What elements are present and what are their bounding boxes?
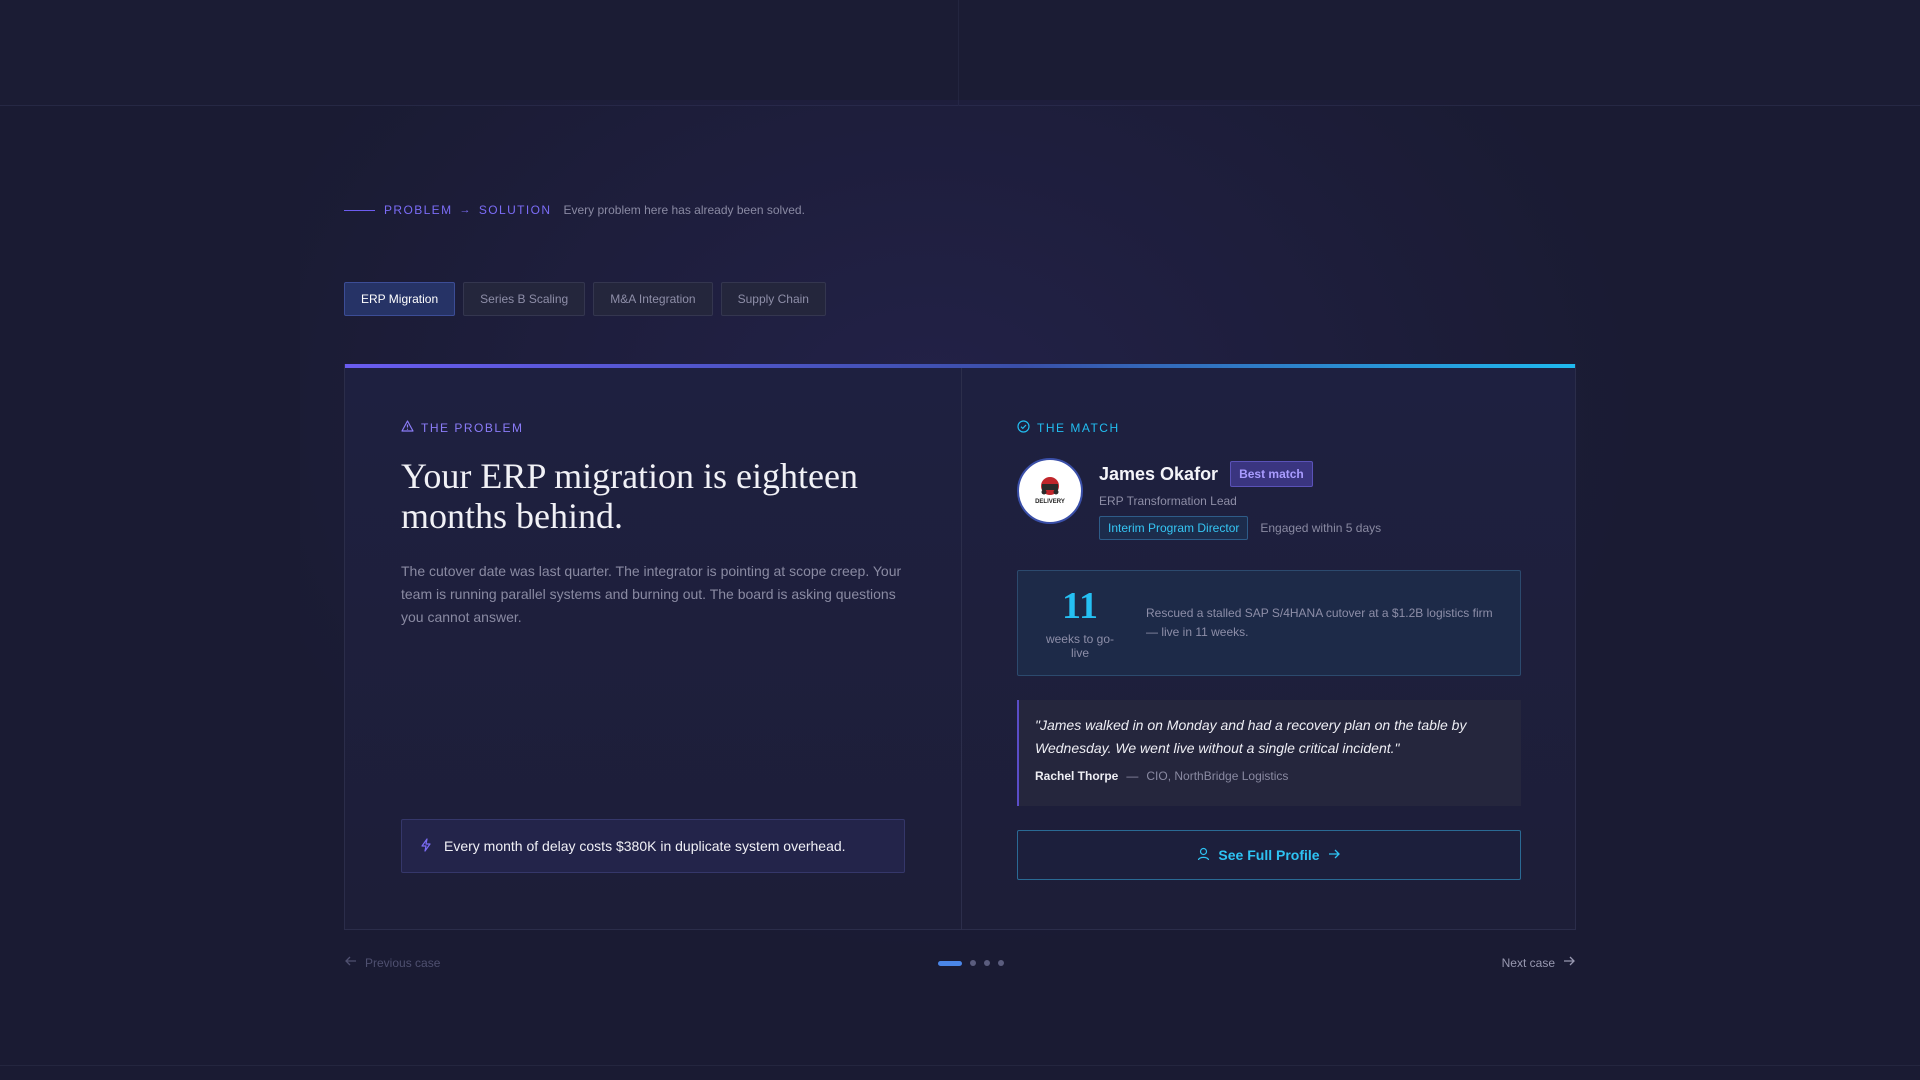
problem-label-text: THE PROBLEM [421, 420, 524, 435]
best-match-badge: Best match [1230, 461, 1313, 487]
previous-case-button[interactable]: Previous case [344, 955, 440, 970]
bottom-divider [0, 1065, 1920, 1066]
attribution-dash: — [1126, 769, 1139, 783]
arrow-left-icon [344, 955, 357, 970]
testimonial: "James walked in on Monday and had a rec… [1017, 700, 1521, 806]
arrow-right-icon: → [459, 204, 472, 216]
eyebrow-solution: SOLUTION [478, 203, 552, 217]
top-band-divider [958, 0, 959, 106]
case-pager: Previous case Next case [344, 952, 1576, 972]
pager-dot-1[interactable] [938, 960, 962, 966]
avatar-logo-text: DELIVERY [1035, 499, 1065, 505]
testimonial-author: Rachel Thorpe [1035, 769, 1119, 783]
problem-panel: THE PROBLEM Your ERP migration is eighte… [401, 420, 905, 629]
next-case-label: Next case [1501, 955, 1555, 970]
pager-dot-3[interactable] [984, 960, 990, 966]
arrow-right-icon [1328, 847, 1341, 863]
avatar: DELIVERY [1017, 458, 1083, 524]
problem-headline: Your ERP migration is eighteen months be… [401, 456, 858, 536]
pager-dots [938, 960, 1004, 966]
next-case-button[interactable]: Next case [1502, 955, 1576, 970]
match-label: THE MATCH [1017, 420, 1521, 436]
stat-box: 11 weeks to go-live Rescued a stalled SA… [1017, 570, 1521, 676]
case-tabs: ERP Migration Series B Scaling M&A Integ… [344, 282, 826, 316]
testimonial-attribution: Rachel Thorpe — CIO, NorthBridge Logisti… [1035, 769, 1505, 783]
stat-description: Rescued a stalled SAP S/4HANA cutover at… [1146, 606, 1493, 639]
pager-dot-2[interactable] [970, 960, 976, 966]
cost-callout: Every month of delay costs $380K in dupl… [401, 819, 905, 873]
testimonial-role: CIO, NorthBridge Logistics [1146, 769, 1289, 783]
eyebrow-problem: PROBLEM [384, 203, 453, 217]
person-name: James Okafor [1099, 463, 1219, 484]
tab-ma-integration[interactable]: M&A Integration [593, 282, 713, 316]
problem-body: The cutover date was last quarter. The i… [401, 563, 902, 625]
match-person: DELIVERY James Okafor Best match ERP Tra… [1017, 458, 1521, 540]
top-band [0, 0, 1920, 106]
cta-label: See Full Profile [1218, 847, 1320, 863]
eyebrow-tagline: Every problem here has already been solv… [563, 203, 805, 217]
role-badge: Interim Program Director [1099, 516, 1249, 540]
stat-number: 11 [1062, 585, 1098, 627]
match-panel: THE MATCH DELIVERY James Okafor Best mat… [1017, 420, 1521, 880]
card-accent-bar [345, 364, 1575, 368]
see-full-profile-button[interactable]: See Full Profile [1017, 830, 1521, 880]
tab-supply-chain[interactable]: Supply Chain [720, 282, 826, 316]
cost-text: Every month of delay costs $380K in dupl… [444, 838, 846, 854]
warning-icon [401, 420, 414, 435]
case-card: THE PROBLEM Your ERP migration is eighte… [344, 364, 1576, 930]
testimonial-quote: "James walked in on Monday and had a rec… [1035, 717, 1467, 756]
check-circle-icon [1017, 420, 1030, 436]
user-icon [1197, 847, 1210, 864]
tab-erp-migration[interactable]: ERP Migration [344, 282, 456, 316]
tab-series-b-scaling[interactable]: Series B Scaling [463, 282, 586, 316]
pager-dot-4[interactable] [998, 960, 1004, 966]
card-divider [961, 368, 962, 930]
engaged-note: Engaged within 5 days [1260, 521, 1382, 535]
eyebrow-line [344, 209, 375, 211]
stat-unit: weeks to go-live [1045, 632, 1115, 660]
lightning-icon [420, 837, 432, 855]
problem-label: THE PROBLEM [401, 420, 905, 435]
arrow-right-icon [1563, 955, 1576, 970]
section-eyebrow: PROBLEM → SOLUTION Every problem here ha… [344, 202, 805, 218]
match-label-text: THE MATCH [1037, 421, 1120, 435]
previous-case-label: Previous case [365, 955, 441, 970]
person-title: ERP Transformation Lead [1099, 494, 1237, 508]
